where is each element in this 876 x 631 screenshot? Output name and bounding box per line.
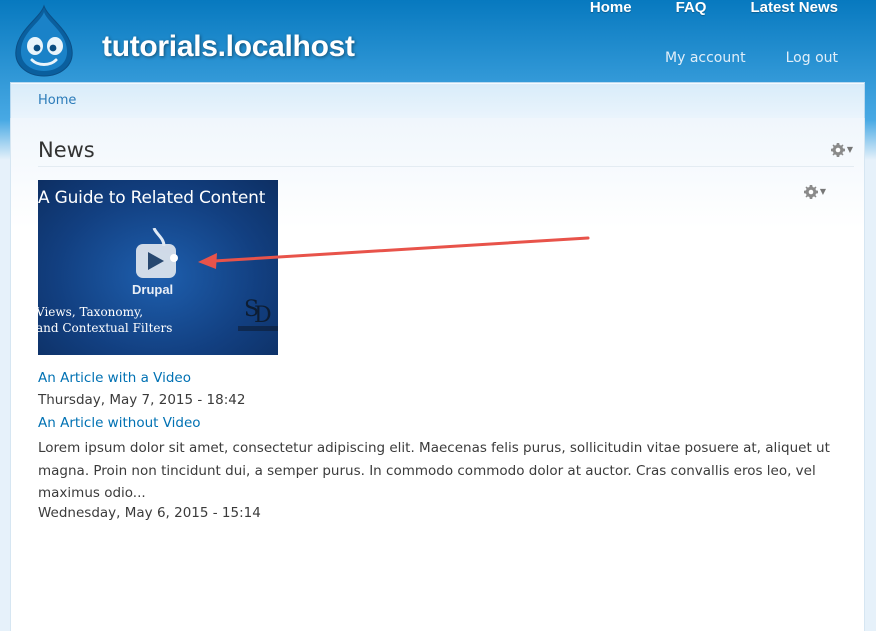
article-teaser: Lorem ipsum dolor sit amet, consectetur …: [38, 440, 830, 501]
play-icon[interactable]: [134, 227, 182, 282]
main-menu-faq[interactable]: FAQ: [676, 0, 707, 16]
main-menu-latest-news[interactable]: Latest News: [750, 0, 838, 16]
thumbnail-subtitle-line: Views, Taxonomy,: [38, 305, 144, 319]
site-name[interactable]: tutorials.localhost: [102, 30, 355, 64]
article-title-link[interactable]: An Article with a Video: [38, 370, 191, 386]
drupal-logo-icon[interactable]: [10, 4, 78, 78]
thumbnail-subtitle-line: and Contextual Filters: [38, 321, 173, 335]
main-menu-home[interactable]: Home: [590, 0, 632, 16]
thumbnail-subtitle: Views, Taxonomy, and Contextual Filters: [38, 304, 216, 336]
sd-logo-icon: S D: [238, 290, 278, 334]
secondary-menu-log-out[interactable]: Log out: [786, 50, 838, 66]
view-contextual-links[interactable]: ▼: [803, 184, 826, 200]
article-date: Thursday, May 7, 2015 - 18:42: [38, 392, 246, 408]
breadcrumb-home-link[interactable]: Home: [38, 93, 76, 108]
secondary-menu-my-account[interactable]: My account: [665, 50, 746, 66]
thumbnail-brand: Drupal: [132, 282, 174, 297]
main-menu: Home FAQ Latest News: [546, 0, 838, 16]
page-contextual-links[interactable]: ▼: [830, 142, 853, 158]
title-divider: [38, 166, 854, 167]
chevron-down-icon: ▼: [819, 187, 826, 196]
breadcrumb: Home: [10, 82, 865, 118]
secondary-menu: My account Log out: [625, 50, 838, 66]
article-date: Wednesday, May 6, 2015 - 15:14: [38, 505, 261, 521]
thumbnail-title: A Guide to Related Content: [38, 188, 266, 208]
site-header: tutorials.localhost Home FAQ Latest News…: [0, 0, 876, 82]
gear-icon: [830, 142, 846, 158]
gear-icon: [803, 184, 819, 200]
video-thumbnail[interactable]: A Guide to Related Content Drupal Views,…: [38, 180, 278, 355]
page-title: News: [38, 138, 95, 162]
chevron-down-icon: ▼: [846, 145, 853, 154]
svg-text:D: D: [254, 303, 272, 328]
main-content: News ▼ ▼ A Guide to Related Content Drup…: [10, 118, 865, 631]
article-title-link[interactable]: An Article without Video: [38, 415, 201, 431]
